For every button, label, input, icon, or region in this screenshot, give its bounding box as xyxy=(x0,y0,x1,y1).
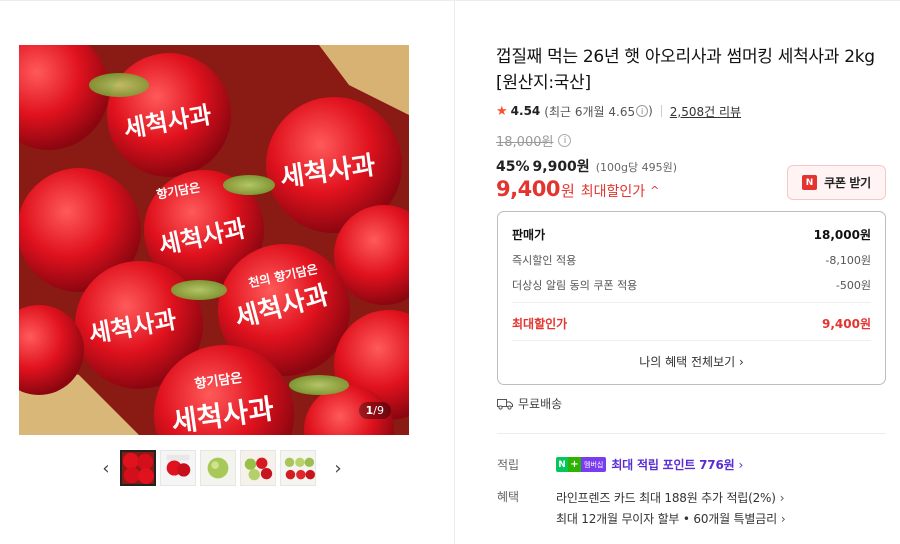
section-divider xyxy=(497,433,886,434)
benefit-card-points[interactable]: 라인프렌즈 카드 최대 188원 추가 적립(2%) › xyxy=(556,488,786,509)
review-count-link[interactable]: 2,508건 리뷰 xyxy=(670,103,741,120)
rating-recent: (최근 6개월 4.65 xyxy=(544,104,636,119)
naver-n-icon: N xyxy=(802,175,818,190)
original-price: 18,000원 xyxy=(496,135,554,150)
coupon-button[interactable]: N 쿠폰 받기 xyxy=(787,165,886,200)
thumbnail-apple-rows xyxy=(281,451,315,485)
chevron-left-icon[interactable]: ‹ xyxy=(96,450,116,486)
chevron-up-icon: ^ xyxy=(650,184,660,197)
chevron-right-icon: › xyxy=(780,512,786,526)
chevron-right-icon: › xyxy=(738,355,744,369)
price-box-divider xyxy=(512,302,871,303)
price-info-icon[interactable]: i xyxy=(558,134,572,147)
price-box-divider-2 xyxy=(512,340,871,341)
chevron-right-icon[interactable]: › xyxy=(328,450,348,486)
column-divider xyxy=(454,0,455,544)
benefits-row: 혜택 라인프렌즈 카드 최대 188원 추가 적립(2%) › 최대 12개월 무… xyxy=(497,488,786,530)
best-price-label: 최대할인가 xyxy=(580,184,646,200)
discount-percent: 45% xyxy=(496,159,530,175)
unit-price: (100g당 495원) xyxy=(595,161,677,174)
price-row-best: 최대할인가 9,400원 xyxy=(512,317,871,331)
best-price: 9,400 xyxy=(496,177,560,201)
thumbnail-strip: ‹ › xyxy=(96,450,348,486)
naver-plus-membership-badge: N + 멤버십 xyxy=(556,457,607,472)
rating-row: ★ 4.54 (최근 6개월 4.65 i ) 2,508건 리뷰 xyxy=(496,101,741,121)
coupon-button-label: 쿠폰 받기 xyxy=(824,176,871,190)
rating-score: 4.54 xyxy=(510,104,541,118)
points-row: 적립 N + 멤버십 최대 적립 포인트 776원 › xyxy=(497,456,743,473)
product-title: 껍질째 먹는 26년 햇 아오리사과 썸머킹 세척사과 2kg [원산지:국산] xyxy=(496,47,875,93)
star-icon: ★ xyxy=(496,103,508,119)
benefit-list: 라인프렌즈 카드 최대 188원 추가 적립(2%) › 최대 12개월 무이자 … xyxy=(556,488,786,530)
sale-price-row: 45% 9,900원 (100g당 495원) xyxy=(496,156,677,176)
info-icon[interactable]: i xyxy=(636,105,649,117)
top-divider xyxy=(0,0,900,1)
sale-price: 9,900원 xyxy=(532,159,590,175)
chevron-right-icon: › xyxy=(779,491,785,505)
best-price-toggle[interactable]: 9,400 원 최대할인가 ^ xyxy=(496,177,659,201)
thumbnail-3[interactable] xyxy=(200,450,236,486)
main-product-image[interactable]: 세척사과 세척사과 세척사과 세척사과 세척사과 세척사과 향기담은 천의 향기… xyxy=(19,45,409,435)
thumbnail-1[interactable] xyxy=(120,450,156,486)
best-price-currency: 원 xyxy=(560,182,575,200)
points-label: 적립 xyxy=(497,458,520,472)
view-all-benefits-link[interactable]: 나의 혜택 전체보기 › xyxy=(498,353,885,370)
thumbnail-green-apple xyxy=(201,451,235,485)
benefits-label: 혜택 xyxy=(497,490,520,504)
original-price-row: 18,000원 i xyxy=(496,131,572,150)
rating-recent-close: ) xyxy=(648,104,653,118)
thumbnail-apples-red xyxy=(122,452,154,484)
thumbnail-mixed-apples xyxy=(241,451,275,485)
max-points-link[interactable]: 최대 적립 포인트 776원 xyxy=(611,456,734,473)
thumbnail-4[interactable] xyxy=(240,450,276,486)
chevron-right-icon: › xyxy=(738,457,744,472)
apple-box-illustration: 세척사과 세척사과 세척사과 세척사과 세척사과 세척사과 향기담은 천의 향기… xyxy=(19,45,409,435)
thumbnail-5[interactable] xyxy=(280,450,316,486)
price-row-coupon: 더상싱 알림 동의 쿠폰 적용 -500원 xyxy=(512,279,871,292)
price-row-instant-discount: 즉시할인 적용 -8,100원 xyxy=(512,254,871,267)
shipping-label: 무료배송 xyxy=(518,397,563,411)
benefit-installment[interactable]: 최대 12개월 무이자 할부 • 60개월 특별금리 › xyxy=(556,509,786,530)
image-counter: 1/9 xyxy=(358,402,391,419)
rating-separator xyxy=(660,105,662,117)
thumbnail-2[interactable] xyxy=(160,450,196,486)
truck-icon xyxy=(497,398,513,410)
thumbnail-apple-pack xyxy=(161,451,195,485)
price-row-sale: 판매가 18,000원 xyxy=(512,228,871,242)
price-breakdown-box: 판매가 18,000원 즉시할인 적용 -8,100원 더상싱 알림 동의 쿠폰… xyxy=(497,211,886,385)
shipping-row: 무료배송 xyxy=(497,395,562,412)
